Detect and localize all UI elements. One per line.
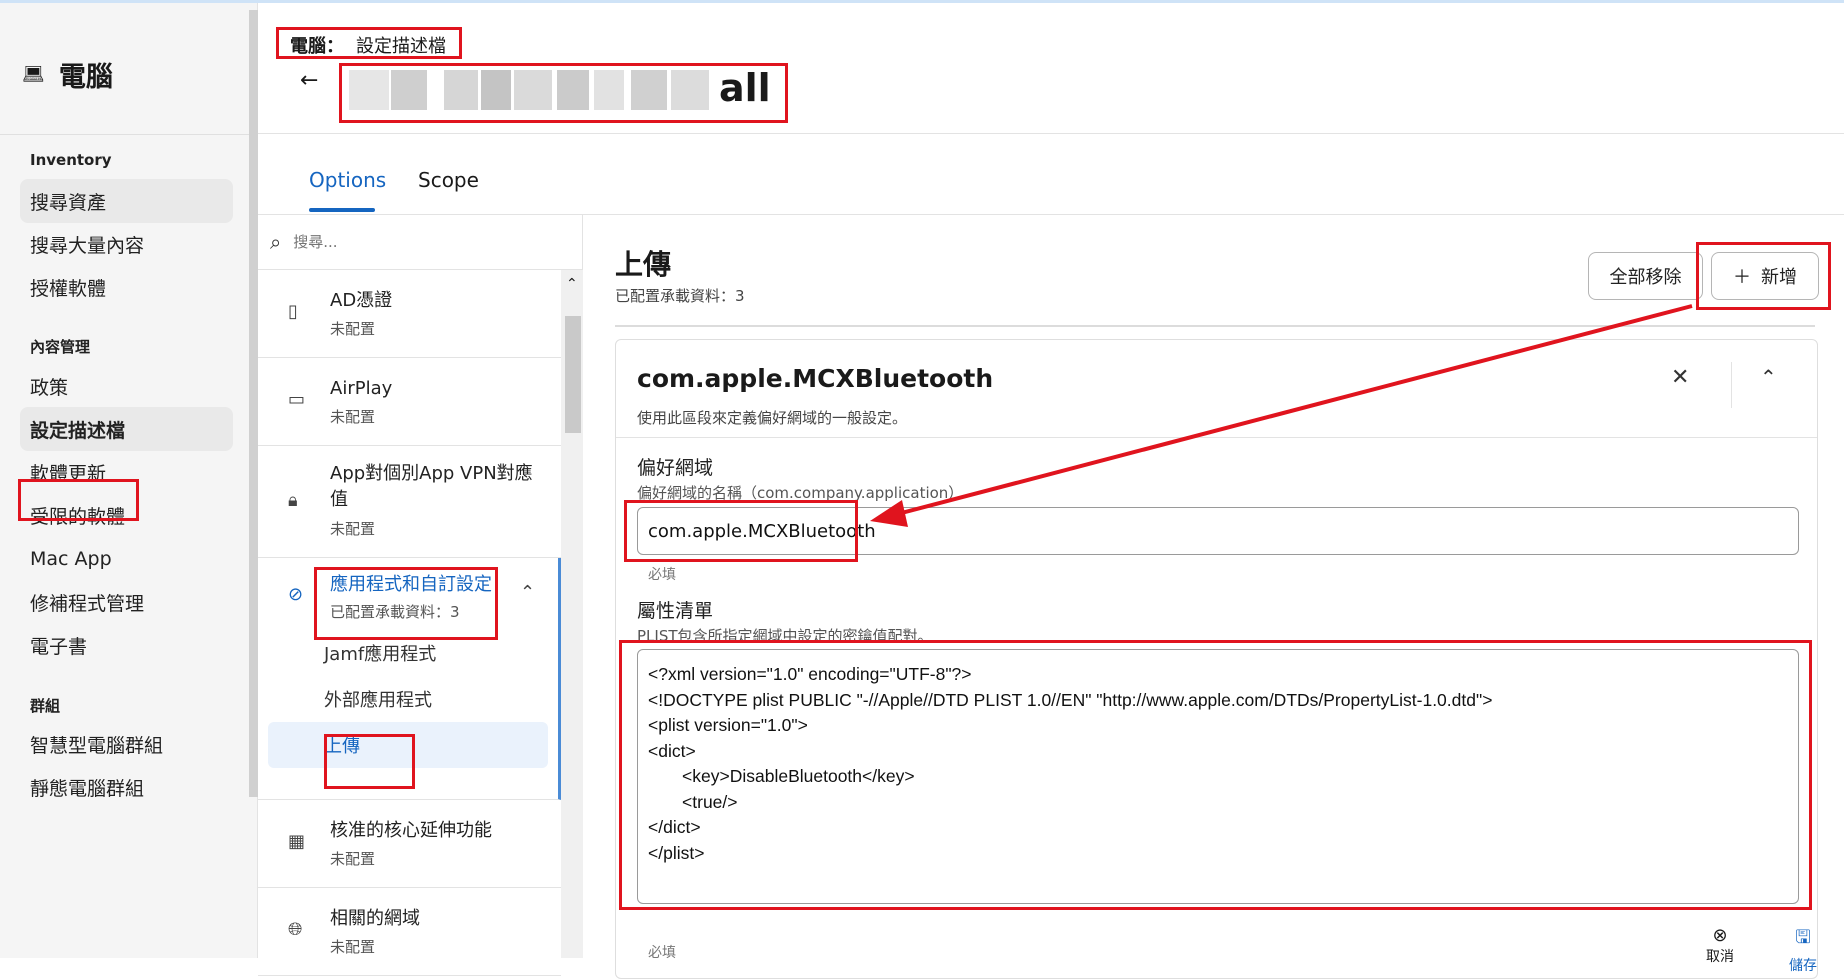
save-label: 儲存	[1789, 958, 1817, 974]
annotation-arrow	[870, 304, 1693, 527]
